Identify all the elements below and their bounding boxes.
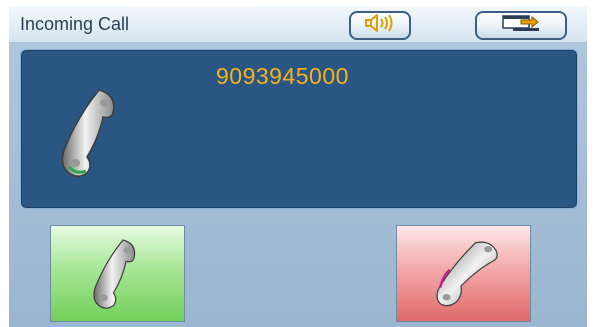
reject-call-button[interactable] (396, 225, 531, 322)
speaker-volume-icon (363, 13, 397, 38)
caller-info-panel: 9093945000 (20, 49, 578, 209)
window-title: Incoming Call (20, 14, 130, 34)
title-bar: Incoming Call (9, 6, 587, 43)
minimize-button[interactable] (475, 11, 567, 40)
call-screen: 9093945000 (9, 42, 587, 327)
caller-number: 9093945000 (216, 63, 349, 89)
phone-handset-icon (59, 85, 119, 186)
speaker-button[interactable] (349, 11, 411, 40)
minimize-window-icon (499, 13, 543, 38)
accept-call-button[interactable] (50, 225, 185, 322)
